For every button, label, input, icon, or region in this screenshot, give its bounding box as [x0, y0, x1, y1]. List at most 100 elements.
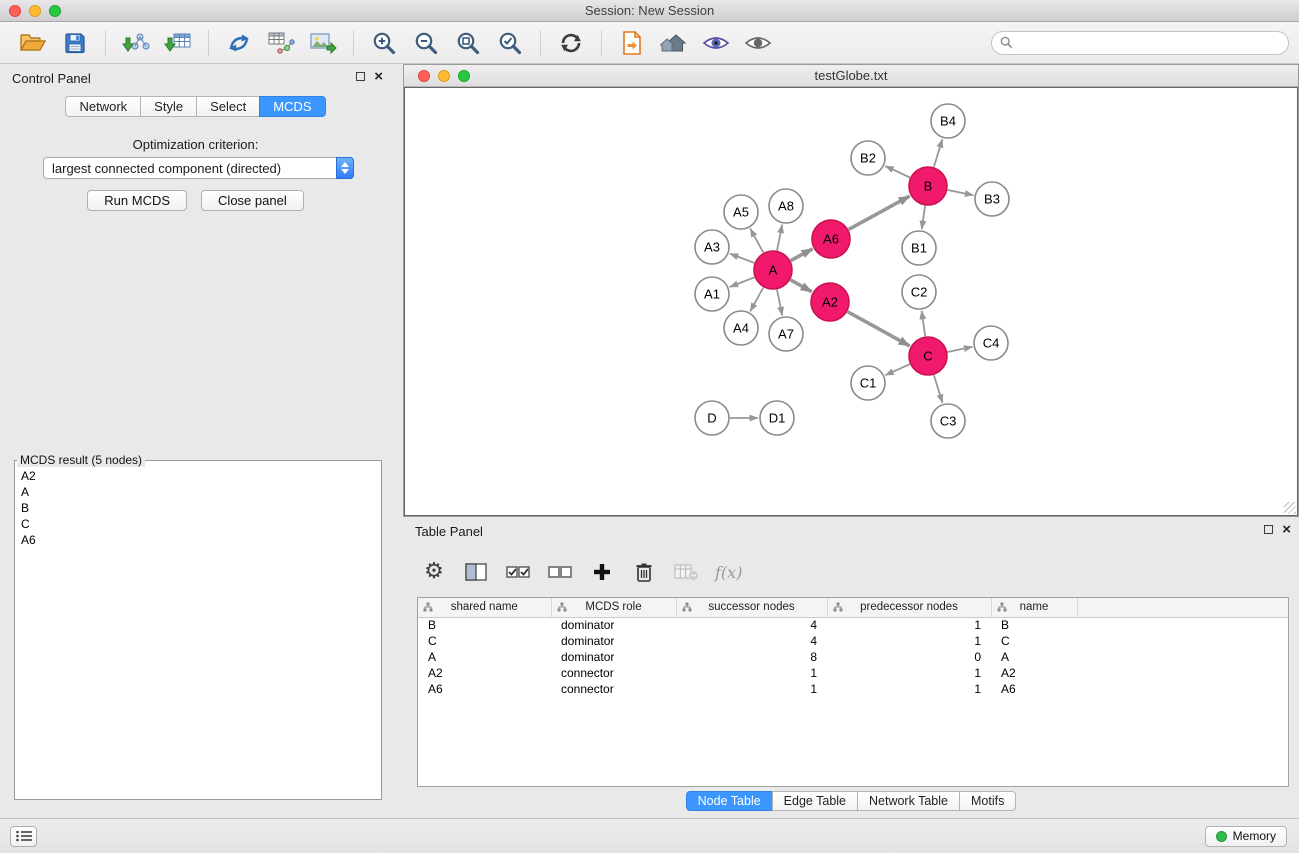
- graph-node[interactable]: D1: [760, 401, 794, 435]
- tab-node-table[interactable]: Node Table: [686, 791, 773, 811]
- graph-edge[interactable]: [948, 190, 974, 195]
- graph-edge[interactable]: [922, 311, 926, 336]
- graph-node[interactable]: B1: [902, 231, 936, 265]
- style-preview-button[interactable]: [700, 27, 732, 59]
- graph-edge[interactable]: [750, 229, 763, 253]
- import-network-button[interactable]: [120, 27, 152, 59]
- graph-edge[interactable]: [849, 196, 910, 229]
- document-button[interactable]: [616, 27, 648, 59]
- graph-edge[interactable]: [730, 254, 755, 263]
- home-button[interactable]: [658, 27, 690, 59]
- close-panel-icon[interactable]: ×: [374, 71, 383, 82]
- graph-node[interactable]: C2: [902, 275, 936, 309]
- graph-node[interactable]: D: [695, 401, 729, 435]
- graph-node[interactable]: A1: [695, 277, 729, 311]
- column-header-predecessor-nodes[interactable]: predecessor nodes: [827, 598, 991, 617]
- table-row[interactable]: A2connector11A2: [418, 665, 1288, 681]
- mcds-result-item[interactable]: A6: [21, 532, 375, 548]
- graph-node[interactable]: B4: [931, 104, 965, 138]
- tab-edge-table[interactable]: Edge Table: [772, 791, 858, 811]
- tab-motifs[interactable]: Motifs: [959, 791, 1016, 811]
- save-session-button[interactable]: [59, 27, 91, 59]
- tab-select[interactable]: Select: [196, 96, 260, 117]
- graph-node[interactable]: A5: [724, 195, 758, 229]
- tab-network[interactable]: Network: [65, 96, 141, 117]
- column-header-successor-nodes[interactable]: successor nodes: [676, 598, 827, 617]
- mcds-result-item[interactable]: B: [21, 500, 375, 516]
- search-input[interactable]: [1017, 33, 1288, 53]
- tab-style[interactable]: Style: [140, 96, 197, 117]
- float-table-panel-icon[interactable]: [1264, 525, 1273, 534]
- graph-edge[interactable]: [922, 206, 925, 229]
- network-tools-button[interactable]: [223, 27, 255, 59]
- graph-node[interactable]: C: [909, 337, 947, 375]
- graph-edge[interactable]: [885, 166, 910, 178]
- graph-edge[interactable]: [730, 277, 755, 287]
- zoom-selected-button[interactable]: [494, 27, 526, 59]
- import-table-button[interactable]: [162, 27, 194, 59]
- zoom-fit-button[interactable]: [452, 27, 484, 59]
- mcds-result-item[interactable]: C: [21, 516, 375, 532]
- graph-node[interactable]: C4: [974, 326, 1008, 360]
- deselect-all-rows-button[interactable]: [547, 558, 573, 586]
- graph-edge[interactable]: [885, 364, 910, 375]
- float-panel-icon[interactable]: [356, 72, 365, 81]
- column-header-shared-name[interactable]: shared name: [418, 598, 551, 617]
- tab-mcds[interactable]: MCDS: [259, 96, 325, 117]
- resize-grip[interactable]: [1284, 502, 1296, 514]
- graph-edge[interactable]: [948, 347, 973, 352]
- tab-network-table[interactable]: Network Table: [857, 791, 960, 811]
- graph-node[interactable]: A8: [769, 189, 803, 223]
- graph-edge[interactable]: [750, 288, 763, 312]
- memory-button[interactable]: Memory: [1205, 826, 1287, 847]
- graph-node[interactable]: A2: [811, 283, 849, 321]
- refresh-layout-button[interactable]: [555, 27, 587, 59]
- graph-node[interactable]: B: [909, 167, 947, 205]
- graph-node[interactable]: B2: [851, 141, 885, 175]
- delete-column-button[interactable]: [631, 558, 657, 586]
- close-table-panel-icon[interactable]: ×: [1282, 524, 1291, 535]
- open-session-button[interactable]: [17, 27, 49, 59]
- graph-edge[interactable]: [934, 375, 943, 403]
- delete-table-button[interactable]: [673, 558, 699, 586]
- table-row[interactable]: A6connector11A6: [418, 681, 1288, 697]
- graph-node[interactable]: C1: [851, 366, 885, 400]
- graph-edge[interactable]: [777, 290, 782, 316]
- show-hide-button[interactable]: [742, 27, 774, 59]
- graph-node[interactable]: B3: [975, 182, 1009, 216]
- graph-node[interactable]: A3: [695, 230, 729, 264]
- table-settings-button[interactable]: ⚙: [421, 558, 447, 586]
- zoom-in-button[interactable]: [368, 27, 400, 59]
- graph-edge[interactable]: [777, 225, 782, 251]
- graph-node[interactable]: A6: [812, 220, 850, 258]
- add-column-button[interactable]: [589, 558, 615, 586]
- graph-edge[interactable]: [790, 280, 811, 292]
- table-row[interactable]: Cdominator41C: [418, 633, 1288, 649]
- graph-node[interactable]: A7: [769, 317, 803, 351]
- mcds-result-item[interactable]: A2: [21, 468, 375, 484]
- table-row[interactable]: Bdominator41B: [418, 617, 1288, 633]
- select-all-rows-button[interactable]: [505, 558, 531, 586]
- network-table-button[interactable]: [265, 27, 297, 59]
- criterion-dropdown[interactable]: largest connected component (directed): [43, 157, 354, 179]
- show-columns-button[interactable]: [463, 558, 489, 586]
- graph-node[interactable]: C3: [931, 404, 965, 438]
- graph-node[interactable]: A4: [724, 311, 758, 345]
- zoom-out-button[interactable]: [410, 27, 442, 59]
- network-window-titlebar[interactable]: testGlobe.txt: [404, 65, 1298, 87]
- close-panel-button[interactable]: Close panel: [201, 190, 304, 211]
- column-header-name[interactable]: name: [991, 598, 1077, 617]
- graph-edge[interactable]: [791, 249, 813, 261]
- run-mcds-button[interactable]: Run MCDS: [87, 190, 187, 211]
- export-image-button[interactable]: [307, 27, 339, 59]
- function-builder-button[interactable]: f(x): [715, 558, 742, 586]
- graph-edge[interactable]: [934, 139, 943, 167]
- task-history-button[interactable]: [10, 826, 37, 847]
- mcds-result-item[interactable]: A: [21, 484, 375, 500]
- table-row[interactable]: Adominator80A: [418, 649, 1288, 665]
- graph-edge[interactable]: [848, 312, 910, 346]
- graph-node[interactable]: A: [754, 251, 792, 289]
- column-header-mcds-role[interactable]: MCDS role: [551, 598, 676, 617]
- search-field[interactable]: [991, 31, 1289, 55]
- network-canvas[interactable]: B4 B2 B B3 A8 A5 A6 A3 B1 A C2 A1 A2 A4 A7 C4 C C1 D D1 C3: [404, 87, 1298, 516]
